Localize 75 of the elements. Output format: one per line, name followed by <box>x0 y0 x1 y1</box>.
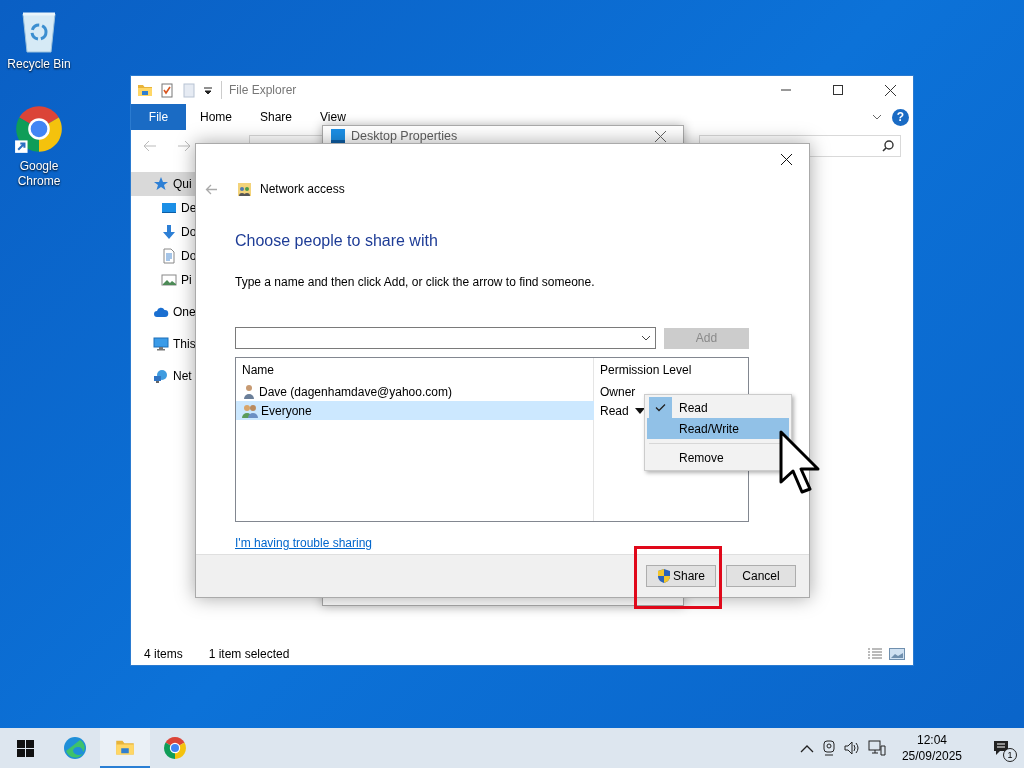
ribbon-tab[interactable]: Home <box>186 109 246 125</box>
file-menu-button[interactable]: File <box>131 104 186 130</box>
search-icon <box>882 140 894 152</box>
sidebar-item[interactable]: Pi <box>131 268 195 292</box>
chevron-down-icon[interactable] <box>872 112 882 122</box>
sidebar-item[interactable]: This <box>131 332 195 356</box>
column-header[interactable]: Permission Level <box>600 361 692 379</box>
windows-logo-icon <box>16 739 34 757</box>
edge-icon <box>63 736 87 760</box>
permission-level: Owner <box>600 383 636 401</box>
name-field[interactable] <box>235 327 656 349</box>
back-arrow-icon[interactable] <box>205 183 218 195</box>
desktop-icon <box>161 200 177 216</box>
instructions: Type a name and then click Add, or click the arrow to find someone. <box>235 274 596 291</box>
chevron-up-icon[interactable] <box>799 743 814 753</box>
desktop-icon[interactable]: Recycle Bin <box>4 8 74 72</box>
properties-icon[interactable] <box>159 82 175 98</box>
back-arrow-icon[interactable] <box>143 140 157 152</box>
time-text: 12:04 <box>915 732 948 748</box>
menu-item[interactable]: Read <box>647 397 789 418</box>
chevron-down-icon <box>641 334 651 342</box>
users-icon <box>242 403 258 418</box>
dialog-button[interactable]: Share <box>646 565 716 587</box>
column-header[interactable]: Name <box>242 361 274 379</box>
help-link[interactable]: I'm having trouble sharing <box>235 534 373 552</box>
sidebar-item[interactable]: De <box>131 196 195 220</box>
document-icon <box>161 248 177 264</box>
desktop-icon[interactable]: Google Chrome <box>4 104 74 189</box>
table-row[interactable]: Dave (dagenhamdave@yahoo.com) <box>236 382 594 401</box>
details-view-icon[interactable] <box>867 648 883 660</box>
menu-item[interactable]: Read/Write <box>647 418 789 439</box>
maximize-icon <box>833 85 843 95</box>
selection-status: 1 item selected <box>208 646 290 663</box>
ribbon-tab[interactable]: Share <box>246 109 307 125</box>
notification-button[interactable]: 1 <box>978 728 1024 768</box>
network-icon[interactable] <box>867 740 886 756</box>
sidebar-item[interactable]: Qui <box>131 172 195 196</box>
network-users-icon <box>237 181 252 197</box>
star-icon <box>153 176 169 192</box>
item-count: 4 items <box>144 646 183 663</box>
download-arrow-icon <box>161 224 177 240</box>
dialog-button[interactable]: Cancel <box>726 565 796 587</box>
speaker-icon[interactable] <box>843 741 860 755</box>
window-title: File Explorer <box>221 81 297 99</box>
close-icon <box>780 153 792 165</box>
large-icons-view-icon[interactable] <box>889 648 905 660</box>
checkmark-icon <box>655 403 666 412</box>
close-icon <box>884 84 896 96</box>
monitor-icon <box>153 336 169 352</box>
forward-arrow-icon[interactable] <box>177 140 191 152</box>
chrome-icon <box>163 736 187 760</box>
permission-dropdown[interactable]: Read <box>600 401 645 420</box>
camera-icon[interactable] <box>821 740 836 756</box>
caret-icon <box>634 407 645 414</box>
shield-icon <box>657 568 671 584</box>
notification-count: 1 <box>1003 748 1017 762</box>
user-icon <box>242 384 256 399</box>
heading: Choose people to share with <box>235 231 439 251</box>
folder-icon <box>137 82 153 98</box>
message-icon <box>993 740 1009 756</box>
picture-icon <box>161 272 177 288</box>
table-row[interactable]: Everyone <box>236 401 594 420</box>
network-icon <box>153 368 169 384</box>
sidebar-item[interactable]: Net <box>131 364 195 388</box>
date-text: 25/09/2025 <box>901 748 962 764</box>
close-icon <box>654 130 666 142</box>
clock[interactable]: 12:04 25/09/2025 <box>893 732 970 764</box>
dialog-title: Network access <box>260 181 345 198</box>
ribbon-tab[interactable]: View <box>306 109 360 125</box>
taskbar-button[interactable] <box>100 728 150 768</box>
window-title: Desktop Properties <box>351 127 459 145</box>
help-button[interactable]: ? <box>892 108 909 126</box>
sidebar-item[interactable]: One <box>131 300 195 324</box>
chrome-icon <box>14 104 64 156</box>
window-icon <box>331 129 345 143</box>
